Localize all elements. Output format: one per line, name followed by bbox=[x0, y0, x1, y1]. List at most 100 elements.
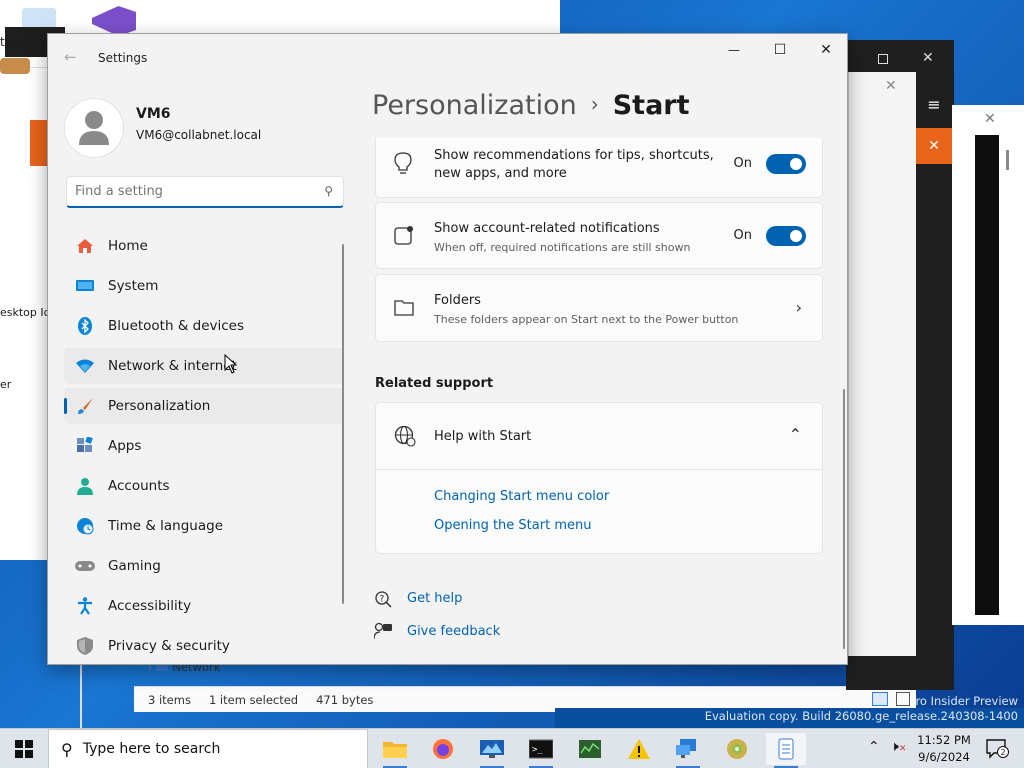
settings-window: ← Settings — ☐ ✕ VM6 VM6@collabnet.local… bbox=[47, 33, 848, 665]
scrollbar[interactable] bbox=[1006, 150, 1009, 170]
profile-email: VM6@collabnet.local bbox=[136, 128, 262, 142]
account-notifications-toggle[interactable] bbox=[766, 226, 806, 246]
setting-description: These folders appear on Start next to th… bbox=[434, 313, 739, 326]
feedback-icon bbox=[373, 622, 392, 644]
watermark-line1: ro Insider Preview bbox=[915, 694, 1018, 708]
nav-item-time-language[interactable]: Time & language bbox=[64, 508, 344, 544]
task-manager-icon[interactable] bbox=[570, 733, 610, 765]
nav-item-gaming[interactable]: Gaming bbox=[64, 548, 344, 584]
close-icon[interactable]: ✕ bbox=[984, 111, 996, 127]
taskbar-search-placeholder: Type here to search bbox=[82, 741, 221, 757]
warning-icon[interactable] bbox=[619, 733, 659, 765]
page-title: Personalization › Start bbox=[372, 90, 690, 121]
content-scrollbar[interactable] bbox=[843, 389, 845, 649]
status-item-count: 3 items bbox=[148, 692, 191, 707]
bluetooth-icon bbox=[75, 316, 95, 336]
setting-description: When off, required notifications are sti… bbox=[434, 241, 691, 254]
svg-text:?: ? bbox=[380, 595, 385, 605]
nav-item-system[interactable]: System bbox=[64, 268, 344, 304]
nav-item-apps[interactable]: Apps bbox=[64, 428, 344, 464]
maximize-button[interactable]: ☐ bbox=[757, 34, 803, 66]
explorer-item-label: er bbox=[0, 378, 12, 391]
settings-app-icon[interactable] bbox=[766, 733, 806, 768]
terminal-icon[interactable]: >_ bbox=[521, 733, 561, 768]
search-input[interactable] bbox=[75, 177, 305, 205]
give-feedback-link[interactable]: Give feedback bbox=[407, 624, 500, 639]
help-card: Help with Start ⌃ Changing Start menu co… bbox=[375, 402, 823, 554]
chevron-right-icon: › bbox=[795, 298, 802, 317]
related-support-title: Related support bbox=[375, 376, 494, 391]
breadcrumb-current: Start bbox=[612, 90, 690, 121]
chevron-up-icon[interactable]: ⌃ bbox=[789, 425, 802, 444]
profile[interactable]: VM6 VM6@collabnet.local bbox=[64, 98, 261, 158]
get-help-icon: ? bbox=[374, 590, 392, 612]
svg-text:>_: >_ bbox=[532, 745, 543, 755]
maximize-icon[interactable] bbox=[878, 54, 888, 64]
setting-card-recommendations: Show recommendations for tips, shortcuts… bbox=[375, 138, 823, 198]
start-button[interactable] bbox=[0, 729, 48, 768]
disc-tool-icon[interactable] bbox=[717, 733, 757, 765]
setting-card-folders[interactable]: Folders These folders appear on Start ne… bbox=[375, 274, 823, 342]
status-selected: 1 item selected bbox=[208, 692, 299, 707]
setting-title-line2: new apps, and more bbox=[434, 166, 567, 181]
notification-center-icon[interactable]: 2 bbox=[986, 738, 1010, 760]
person-icon bbox=[75, 476, 95, 496]
explorer-toolbar-icons bbox=[0, 58, 30, 74]
setting-title: Show recommendations for tips, shortcuts… bbox=[434, 148, 714, 163]
nav-label: Personalization bbox=[108, 398, 211, 414]
wifi-icon bbox=[75, 356, 95, 376]
taskbar-search[interactable]: ⚲ Type here to search bbox=[48, 729, 368, 768]
firefox-icon[interactable] bbox=[423, 733, 463, 765]
search-box[interactable]: ⚲ bbox=[66, 176, 344, 208]
help-link[interactable]: Opening the Start menu bbox=[434, 518, 591, 533]
sidebar-scrollbar[interactable] bbox=[342, 244, 344, 604]
nav-item-network[interactable]: Network & internet bbox=[64, 348, 344, 384]
remote-desktop-icon[interactable] bbox=[472, 733, 512, 768]
volume-muted-icon[interactable]: 🕨✕ bbox=[890, 739, 906, 755]
search-icon[interactable]: ⚲ bbox=[324, 184, 333, 198]
explorer-divider bbox=[80, 660, 82, 728]
nav-label: Time & language bbox=[108, 518, 224, 534]
large-icons-view-icon[interactable] bbox=[896, 692, 910, 706]
nav-item-home[interactable]: Home bbox=[64, 228, 344, 264]
lightbulb-icon bbox=[394, 152, 412, 179]
nav-item-accessibility[interactable]: Accessibility bbox=[64, 588, 344, 624]
toggle-state: On bbox=[733, 156, 752, 171]
breadcrumb-separator: › bbox=[590, 92, 599, 116]
background-close-orange[interactable]: ✕ bbox=[916, 128, 952, 164]
close-button[interactable]: ✕ bbox=[803, 34, 847, 66]
globe-help-icon bbox=[394, 425, 416, 452]
breadcrumb-parent[interactable]: Personalization bbox=[372, 90, 577, 121]
app-title: Settings bbox=[98, 51, 148, 65]
profile-name: VM6 bbox=[136, 106, 171, 122]
recommendations-toggle[interactable] bbox=[766, 154, 806, 174]
close-icon[interactable]: ✕ bbox=[922, 50, 934, 66]
background-black-pane bbox=[975, 135, 999, 615]
help-header[interactable]: Help with Start ⌃ bbox=[376, 403, 822, 470]
folder-icon bbox=[394, 299, 414, 322]
network-connections-icon[interactable] bbox=[668, 733, 708, 768]
taskbar-clock[interactable]: 11:52 PM 9/6/2024 bbox=[912, 732, 976, 766]
nav-item-bluetooth[interactable]: Bluetooth & devices bbox=[64, 308, 344, 344]
minimize-button[interactable]: — bbox=[711, 34, 757, 66]
get-help-link[interactable]: Get help bbox=[407, 591, 462, 606]
menu-icon[interactable]: ≡ bbox=[916, 88, 952, 120]
person-avatar-icon bbox=[79, 111, 109, 145]
background-window-light: ✕ bbox=[848, 72, 916, 656]
file-explorer-icon[interactable] bbox=[375, 733, 415, 768]
explorer-menu-text: tion bbox=[0, 35, 23, 49]
details-view-icon[interactable] bbox=[872, 692, 888, 706]
nav-item-privacy[interactable]: Privacy & security bbox=[64, 628, 344, 664]
system-icon bbox=[75, 276, 95, 296]
apps-icon bbox=[75, 436, 95, 456]
close-icon[interactable]: ✕ bbox=[885, 78, 897, 94]
status-size: 471 bytes bbox=[316, 692, 374, 707]
back-button[interactable]: ← bbox=[64, 48, 77, 66]
nav-item-accounts[interactable]: Accounts bbox=[64, 468, 344, 504]
show-hidden-icons-chevron-icon[interactable]: ⌃ bbox=[868, 739, 880, 755]
watermark-line2: Evaluation copy. Build 26080.ge_release.… bbox=[704, 709, 1018, 723]
help-link[interactable]: Changing Start menu color bbox=[434, 489, 609, 504]
globe-clock-icon bbox=[75, 516, 95, 536]
nav-item-personalization[interactable]: Personalization bbox=[64, 388, 344, 424]
home-icon bbox=[75, 236, 95, 256]
